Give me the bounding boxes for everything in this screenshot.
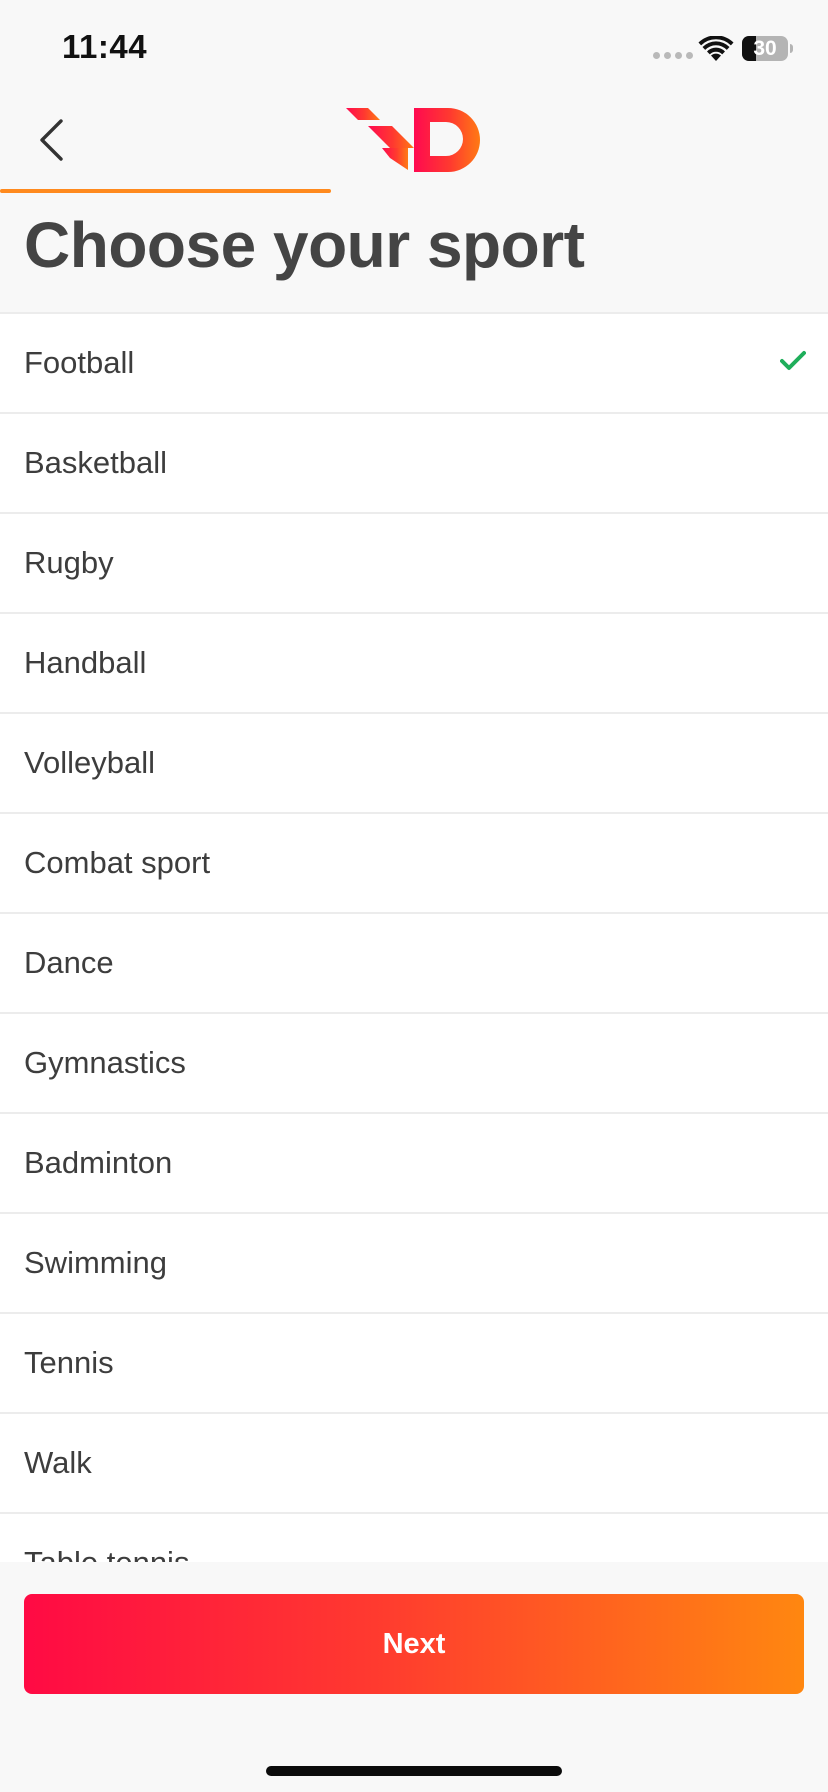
sport-label: Swimming xyxy=(24,1245,167,1280)
sport-label: Tennis xyxy=(24,1345,114,1380)
sport-option[interactable]: Basketball xyxy=(0,414,828,514)
sport-label: Walk xyxy=(24,1445,92,1480)
wifi-icon xyxy=(698,36,734,61)
status-bar: 11:44 30 xyxy=(0,0,828,100)
home-indicator xyxy=(266,1766,562,1776)
page-title: Choose your sport xyxy=(24,209,585,281)
sport-option[interactable]: Football xyxy=(0,314,828,414)
sport-option[interactable]: Handball xyxy=(0,614,828,714)
sport-option[interactable]: Table tennis xyxy=(0,1514,828,1564)
checkmark-icon xyxy=(780,351,806,370)
sport-label: Basketball xyxy=(24,445,168,480)
sport-label: Volleyball xyxy=(24,745,155,780)
progress-fill xyxy=(0,189,332,193)
bottom-bar: Next xyxy=(0,1562,828,1792)
sport-label: Dance xyxy=(24,945,114,980)
sport-list[interactable]: Football Basketball Rugby Handball Volleybal… xyxy=(0,312,828,1564)
sport-option[interactable]: Gymnastics xyxy=(0,1014,828,1114)
cellular-signal-icon xyxy=(653,52,693,59)
status-time: 11:44 xyxy=(62,28,148,65)
sport-option[interactable]: Tennis xyxy=(0,1314,828,1414)
sport-option[interactable]: Dance xyxy=(0,914,828,1014)
sport-option[interactable]: Badminton xyxy=(0,1114,828,1214)
battery-tip xyxy=(790,44,793,53)
sport-option[interactable]: Volleyball xyxy=(0,714,828,814)
onboarding-progress xyxy=(0,189,828,193)
sport-option[interactable]: Combat sport xyxy=(0,814,828,914)
sport-option[interactable]: Walk xyxy=(0,1414,828,1514)
chevron-left-icon xyxy=(40,119,63,161)
sport-label: Badminton xyxy=(24,1145,173,1180)
sport-label: Rugby xyxy=(24,545,114,580)
brand-logo-icon xyxy=(346,108,480,172)
sport-label: Gymnastics xyxy=(24,1045,186,1080)
sport-option[interactable]: Rugby xyxy=(0,514,828,614)
battery-level: 30 xyxy=(753,37,777,60)
sport-option[interactable]: Swimming xyxy=(0,1214,828,1314)
header xyxy=(0,100,828,196)
battery-icon: 30 xyxy=(742,36,788,61)
back-button[interactable] xyxy=(28,112,76,168)
next-button[interactable]: Next xyxy=(24,1594,804,1694)
sport-label: Football xyxy=(24,345,135,380)
sport-label: Handball xyxy=(24,645,147,680)
sport-label: Combat sport xyxy=(24,845,211,880)
